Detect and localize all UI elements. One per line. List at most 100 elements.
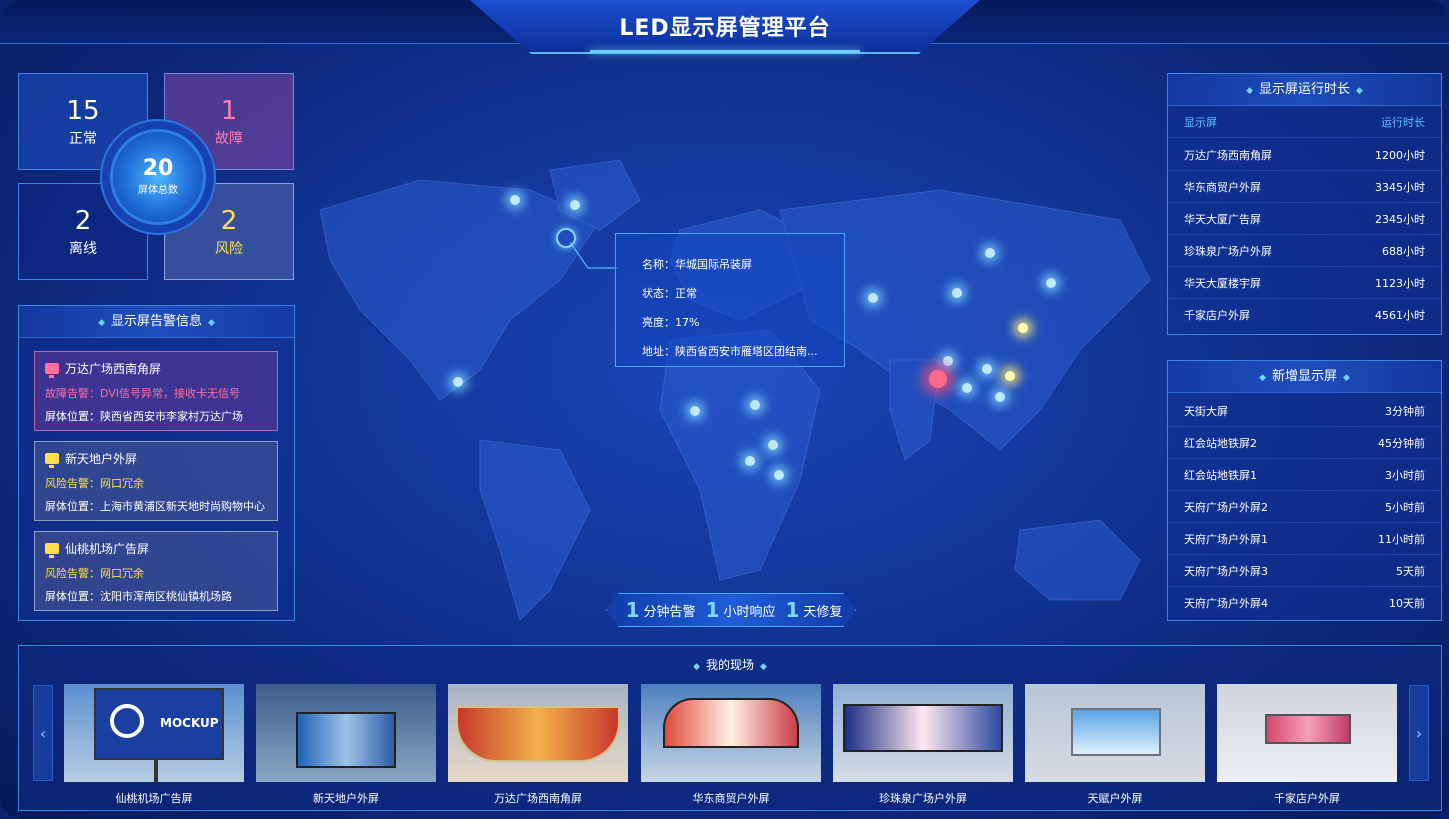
stat-normal-value: 15 bbox=[66, 96, 100, 126]
gallery-thumb[interactable]: MOCKUP bbox=[64, 684, 244, 782]
new-screen-name: 红会站地铁屏2 bbox=[1184, 436, 1257, 450]
map-marker[interactable] bbox=[868, 293, 878, 303]
gallery-caption: 仙桃机场广告屏 bbox=[115, 792, 193, 805]
popup-status: 状态：正常 bbox=[642, 287, 697, 300]
new-screen-row[interactable]: 红会站地铁屏2 45分钟前 bbox=[1168, 427, 1441, 459]
runtime-row-value: 1200小时 bbox=[1375, 148, 1425, 162]
screen-icon bbox=[45, 543, 59, 558]
new-screen-time: 11小时前 bbox=[1378, 532, 1425, 546]
runtime-row-name: 万达广场西南角屏 bbox=[1184, 148, 1272, 162]
gallery-thumb[interactable] bbox=[833, 684, 1013, 782]
map-marker[interactable] bbox=[1005, 371, 1015, 381]
map-marker[interactable] bbox=[774, 470, 784, 480]
runtime-panel-title: ◆ 显示屏运行时长 ◆ bbox=[1168, 74, 1441, 106]
alarm-item-name: 仙桃机场广告屏 bbox=[65, 542, 150, 556]
map-marker[interactable] bbox=[768, 440, 778, 450]
runtime-row[interactable]: 华东商贸户外屏 3345小时 bbox=[1168, 171, 1441, 203]
slogan-number: 1 bbox=[705, 598, 720, 622]
mockup-logo bbox=[110, 704, 144, 738]
map-marker[interactable] bbox=[510, 195, 520, 205]
gallery-title-text: 我的现场 bbox=[705, 658, 754, 672]
runtime-row-value: 688小时 bbox=[1382, 244, 1425, 258]
chevron-right-icon[interactable]: › bbox=[1409, 685, 1429, 781]
new-screen-row[interactable]: 天街大屏 3分钟前 bbox=[1168, 395, 1441, 427]
map-marker[interactable] bbox=[943, 356, 953, 366]
north-america-shape bbox=[319, 179, 601, 401]
gallery-caption: 华东商贸户外屏 bbox=[692, 792, 770, 805]
stats-panel: 15 正常 1 故障 2 离线 2 风险 20 屏体总数 bbox=[18, 73, 295, 280]
title-glow-line bbox=[590, 50, 860, 53]
stat-fault-value: 1 bbox=[220, 96, 238, 126]
gallery-title: ◆ 我的现场 ◆ bbox=[693, 658, 767, 672]
alarm-item[interactable]: 万达广场西南角屏 故障告警：DVI信号异常，接收卡无信号 屏体位置：陕西省西安市… bbox=[34, 351, 278, 431]
alarm-item-alert: 故障告警：DVI信号异常，接收卡无信号 bbox=[45, 387, 241, 400]
map-marker[interactable] bbox=[750, 400, 760, 410]
new-screen-row[interactable]: 天府广场户外屏1 11小时前 bbox=[1168, 523, 1441, 555]
alarm-item[interactable]: 新天地户外屏 风险告警：网口冗余 屏体位置：上海市黄浦区新天地时尚购物中心 bbox=[34, 441, 278, 521]
screen-info-popup: 名称：华城国际吊装屏 状态：正常 亮度：17% 地址：陕西省西安市雁塔区团结南.… bbox=[615, 233, 845, 367]
gallery-caption: 万达广场西南角屏 bbox=[494, 792, 582, 805]
map-marker[interactable] bbox=[570, 200, 580, 210]
gallery-thumb[interactable] bbox=[448, 684, 628, 782]
popup-name: 名称：华城国际吊装屏 bbox=[642, 258, 752, 271]
runtime-row[interactable]: 珍珠泉广场户外屏 688小时 bbox=[1168, 235, 1441, 267]
runtime-col-duration: 运行时长 bbox=[1381, 115, 1425, 129]
screen-icon bbox=[45, 363, 59, 378]
alarm-panel-title: ◆ 显示屏告警信息 ◆ bbox=[19, 306, 294, 338]
runtime-row[interactable]: 华天大厦楼宇屏 1123小时 bbox=[1168, 267, 1441, 299]
new-screen-name: 天街大屏 bbox=[1184, 404, 1228, 418]
gallery-thumb[interactable] bbox=[256, 684, 436, 782]
map-marker[interactable] bbox=[985, 248, 995, 258]
dashboard-screen: LED显示屏管理平台 名称：华城国际吊装屏 状态：正常 亮度：17% 地址：陕西… bbox=[0, 0, 1449, 819]
new-screen-time: 5天前 bbox=[1396, 564, 1425, 578]
map-marker[interactable] bbox=[995, 392, 1005, 402]
gallery-thumb[interactable] bbox=[1025, 684, 1205, 782]
new-screen-row[interactable]: 天府广场户外屏4 10天前 bbox=[1168, 587, 1441, 619]
gallery-caption: 千家店户外屏 bbox=[1274, 792, 1340, 805]
new-screens-panel: ◆ 新增显示屏 ◆ 天街大屏 3分钟前 红会站地铁屏2 45分钟前 红会站地铁屏1 3小时… bbox=[1167, 360, 1442, 621]
map-marker[interactable] bbox=[952, 288, 962, 298]
runtime-row[interactable]: 千家店户外屏 4561小时 bbox=[1168, 299, 1441, 331]
map-marker[interactable] bbox=[745, 456, 755, 466]
runtime-row[interactable]: 万达广场西南角屏 1200小时 bbox=[1168, 139, 1441, 171]
slogan-text: 天修复 bbox=[803, 604, 843, 620]
map-marker[interactable] bbox=[1046, 278, 1056, 288]
mockup-logo-text: MOCKUP bbox=[160, 716, 219, 730]
runtime-row-name: 华天大厦楼宇屏 bbox=[1184, 276, 1261, 290]
map-marker[interactable] bbox=[962, 383, 972, 393]
world-map bbox=[319, 159, 1151, 621]
runtime-panel: ◆ 显示屏运行时长 ◆ 显示屏 运行时长 万达广场西南角屏 1200小时 华东商贸户外屏… bbox=[1167, 73, 1442, 335]
new-screen-time: 3小时前 bbox=[1385, 468, 1425, 482]
runtime-row-value: 1123小时 bbox=[1375, 276, 1425, 290]
slogan-text: 分钟告警 bbox=[643, 604, 696, 620]
popup-brightness: 亮度：17% bbox=[642, 316, 700, 329]
gallery-caption: 珍珠泉广场户外屏 bbox=[879, 792, 967, 805]
map-marker-fault[interactable] bbox=[929, 370, 947, 388]
stat-total-value: 20 bbox=[142, 156, 174, 181]
new-screen-name: 天府广场户外屏4 bbox=[1184, 597, 1268, 610]
screen-icon bbox=[45, 453, 59, 468]
new-screen-time: 45分钟前 bbox=[1378, 436, 1425, 450]
slogan-number: 1 bbox=[785, 598, 800, 622]
slogan-text: 小时响应 bbox=[723, 604, 776, 620]
gallery-caption: 新天地户外屏 bbox=[313, 792, 379, 805]
map-marker[interactable] bbox=[1018, 323, 1028, 333]
stat-risk-label: 风险 bbox=[215, 241, 243, 257]
south-america-shape bbox=[479, 439, 591, 621]
map-marker[interactable] bbox=[982, 364, 992, 374]
runtime-row[interactable]: 华天大厦广告屏 2345小时 bbox=[1168, 203, 1441, 235]
total-screens-circle: 20 屏体总数 bbox=[110, 129, 206, 225]
map-marker[interactable] bbox=[690, 406, 700, 416]
new-screens-title-text: 新增显示屏 bbox=[1271, 369, 1337, 384]
gallery-thumb[interactable] bbox=[641, 684, 821, 782]
runtime-row-name: 珍珠泉广场户外屏 bbox=[1184, 244, 1272, 258]
map-marker[interactable] bbox=[453, 377, 463, 387]
new-screen-row[interactable]: 天府广场户外屏2 5小时前 bbox=[1168, 491, 1441, 523]
gallery-thumb[interactable] bbox=[1217, 684, 1397, 782]
alarm-item-alert: 风险告警：网口冗余 bbox=[45, 567, 144, 580]
alarm-item[interactable]: 仙桃机场广告屏 风险告警：网口冗余 屏体位置：沈阳市浑南区桃仙镇机场路 bbox=[34, 531, 278, 611]
new-screen-row[interactable]: 天府广场户外屏3 5天前 bbox=[1168, 555, 1441, 587]
chevron-left-icon[interactable]: ‹ bbox=[33, 685, 53, 781]
new-screen-row[interactable]: 红会站地铁屏1 3小时前 bbox=[1168, 459, 1441, 491]
new-screen-time: 10天前 bbox=[1389, 597, 1425, 610]
